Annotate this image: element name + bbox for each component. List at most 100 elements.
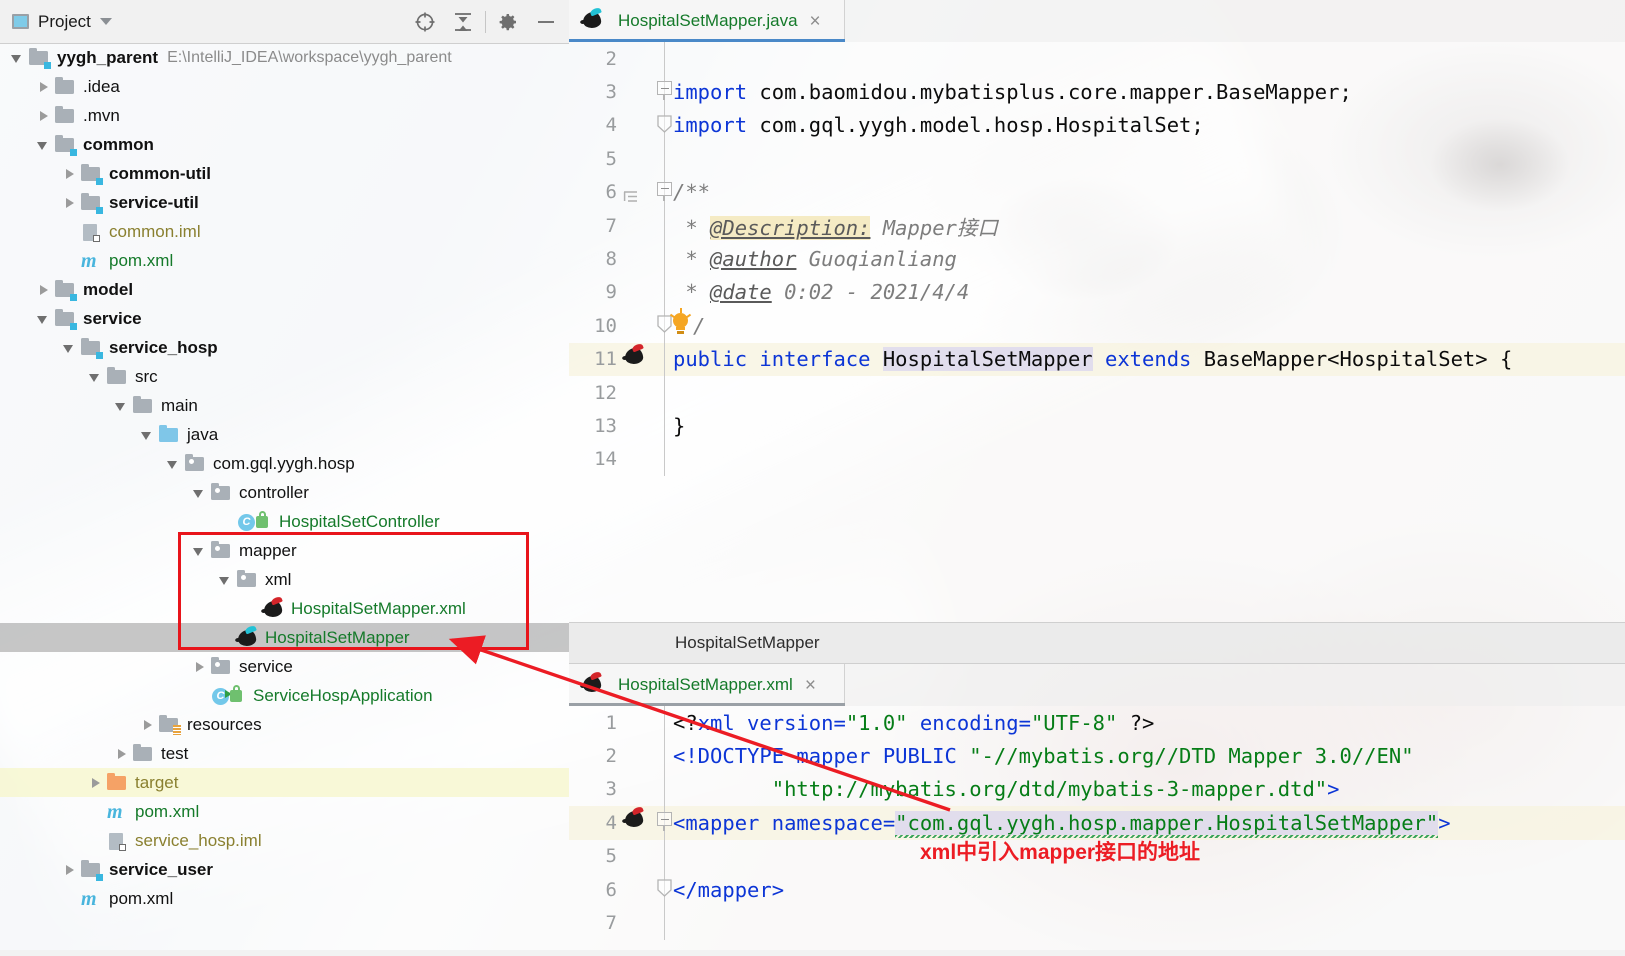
close-icon[interactable]: × xyxy=(810,12,821,31)
mybatis-bird-icon[interactable] xyxy=(621,345,653,373)
chevron-down-icon[interactable] xyxy=(166,456,182,472)
code-line[interactable]: 10 / xyxy=(569,308,1625,343)
tree-item-target[interactable]: target xyxy=(0,768,569,797)
chevron-down-icon[interactable] xyxy=(36,137,52,153)
tree-item-src[interactable]: src xyxy=(0,362,569,391)
tree-item-pom-xml[interactable]: m pom.xml xyxy=(0,797,569,826)
project-view-selector[interactable]: Project xyxy=(0,12,112,32)
chevron-down-icon[interactable] xyxy=(192,485,208,501)
fold-expand-icon[interactable] xyxy=(657,812,672,832)
chevron-down-icon[interactable] xyxy=(114,398,130,414)
collapse-all-icon[interactable] xyxy=(444,3,482,41)
tree-item-service-util[interactable]: service-util xyxy=(0,188,569,217)
tree-item-resources[interactable]: resources xyxy=(0,710,569,739)
tab-hospitalsetmapper-xml[interactable]: HospitalSetMapper.xml × xyxy=(569,664,845,706)
tree-item-pom-xml[interactable]: m pom.xml xyxy=(0,884,569,913)
code-line[interactable]: 14 xyxy=(569,442,1625,477)
code-line[interactable]: 9 * @date 0:02 - 2021/4/4 xyxy=(569,275,1625,310)
chevron-right-icon[interactable] xyxy=(62,195,78,211)
chevron-right-icon[interactable] xyxy=(140,717,156,733)
chevron-right-icon[interactable] xyxy=(36,282,52,298)
chevron-down-icon[interactable] xyxy=(99,18,112,25)
chevron-right-icon[interactable] xyxy=(62,862,78,878)
code-line[interactable]: 2 xyxy=(569,42,1625,76)
tree-item-service-hosp[interactable]: service_hosp xyxy=(0,333,569,362)
fold-expand-icon[interactable] xyxy=(657,81,672,101)
gear-icon[interactable] xyxy=(489,3,527,41)
code-line[interactable]: 6 /** xyxy=(569,175,1625,209)
lightbulb-intention-icon[interactable] xyxy=(669,308,692,335)
tab-hospitalsetmapper-java[interactable]: HospitalSetMapper.java × xyxy=(569,0,845,42)
tree-item-mapper[interactable]: mapper xyxy=(0,536,569,565)
tree-item-test[interactable]: test xyxy=(0,739,569,768)
tree-item-common-util[interactable]: common-util xyxy=(0,159,569,188)
tree-item-service-hosp-iml[interactable]: service_hosp.iml xyxy=(0,826,569,855)
tree-item--mvn[interactable]: .mvn xyxy=(0,101,569,130)
tree-item-common[interactable]: common xyxy=(0,130,569,159)
tree-item-servicehospapplication[interactable]: C ServiceHospApplication xyxy=(0,681,569,710)
locate-icon[interactable] xyxy=(406,3,444,41)
fold-end-icon[interactable] xyxy=(657,879,672,898)
chevron-right-icon[interactable] xyxy=(114,746,130,762)
tree-item-service[interactable]: service xyxy=(0,652,569,681)
code-line[interactable]: 11 public interface HospitalSetMapper ext… xyxy=(569,342,1625,376)
tree-item--idea[interactable]: .idea xyxy=(0,72,569,101)
chevron-down-icon[interactable] xyxy=(62,340,78,356)
code-line[interactable]: 12 xyxy=(569,375,1625,410)
code-line[interactable]: 4 import com.gql.yygh.model.hosp.Hospital… xyxy=(569,108,1625,143)
code-line[interactable]: 6 </mapper> xyxy=(569,872,1625,907)
chevron-right-icon[interactable] xyxy=(192,659,208,675)
code-line[interactable]: 1 <?xml version="1.0" encoding="UTF-8" ?> xyxy=(569,706,1625,740)
code-line[interactable]: 2 <!DOCTYPE mapper PUBLIC "-//mybatis.org… xyxy=(569,739,1625,773)
chevron-down-icon[interactable] xyxy=(218,572,234,588)
code-line[interactable]: 7 * @Description: Mapper接口 xyxy=(569,208,1625,243)
chevron-right-icon[interactable] xyxy=(36,79,52,95)
chevron-right-icon[interactable] xyxy=(62,166,78,182)
close-icon[interactable]: × xyxy=(805,676,816,695)
mybatis-bird-icon[interactable] xyxy=(621,808,653,836)
fold-expand-icon[interactable] xyxy=(657,181,672,201)
tree-item-model[interactable]: model xyxy=(0,275,569,304)
chevron-down-icon[interactable] xyxy=(192,543,208,559)
code-line[interactable]: 5 xyxy=(569,142,1625,176)
breadcrumb[interactable]: HospitalSetMapper xyxy=(675,623,820,663)
tree-item-service[interactable]: service xyxy=(0,304,569,333)
chevron-down-icon[interactable] xyxy=(36,311,52,327)
code-line[interactable]: 3 import com.baomidou.mybatisplus.core.ma… xyxy=(569,75,1625,109)
tree-item-xml[interactable]: xml xyxy=(0,565,569,594)
tree-item-hospitalsetmapper-xml[interactable]: HospitalSetMapper.xml xyxy=(0,594,569,623)
tree-item-hospitalsetmapper[interactable]: HospitalSetMapper xyxy=(0,623,569,652)
chevron-down-icon[interactable] xyxy=(88,369,104,385)
tree-item-main[interactable]: main xyxy=(0,391,569,420)
tree-item-controller[interactable]: controller xyxy=(0,478,569,507)
code-line[interactable]: 7 xyxy=(569,906,1625,940)
chevron-down-icon[interactable] xyxy=(10,50,26,66)
line-number: 2 xyxy=(605,47,617,70)
tree-item-java[interactable]: java xyxy=(0,420,569,449)
java-code-editor[interactable]: 2 3 import com.baomidou.mybatisplus.core.m… xyxy=(569,42,1625,622)
tree-item-yygh-parent[interactable]: yygh_parent E:\IntelliJ_IDEA\workspace\yy… xyxy=(0,43,569,72)
tree-item-common-iml[interactable]: common.iml xyxy=(0,217,569,246)
project-tree[interactable]: yygh_parent E:\IntelliJ_IDEA\workspace\yy… xyxy=(0,43,569,950)
minimize-icon[interactable] xyxy=(527,3,565,41)
code-token: version= xyxy=(734,710,846,735)
code-line[interactable]: 8 * @author Guoqianliang xyxy=(569,242,1625,276)
tree-item-service-user[interactable]: service_user xyxy=(0,855,569,884)
fold-end-icon[interactable] xyxy=(657,315,672,334)
tree-item-com-gql-yygh-hosp[interactable]: com.gql.yygh.hosp xyxy=(0,449,569,478)
tree-item-label: common xyxy=(83,135,154,154)
code-text: * @date 0:02 - 2021/4/4 xyxy=(673,280,969,304)
tree-item-pom-xml[interactable]: m pom.xml xyxy=(0,246,569,275)
indent-guide xyxy=(664,739,665,773)
fold-end-icon[interactable] xyxy=(657,115,672,134)
chevron-right-icon[interactable] xyxy=(88,775,104,791)
code-line[interactable]: 4 <mapper namespace="com.gql.yygh.hosp.ma… xyxy=(569,806,1625,840)
chevron-down-icon[interactable] xyxy=(140,427,156,443)
code-line[interactable]: 13} xyxy=(569,409,1625,443)
xml-code-editor[interactable]: 1 <?xml version="1.0" encoding="UTF-8" ?>… xyxy=(569,706,1625,956)
tree-item-hospitalsetcontroller[interactable]: C HospitalSetController xyxy=(0,507,569,536)
module-folder-icon xyxy=(54,279,77,301)
chevron-right-icon[interactable] xyxy=(36,108,52,124)
code-line[interactable]: 3 "http://mybatis.org/dtd/mybatis-3-mapp… xyxy=(569,772,1625,807)
